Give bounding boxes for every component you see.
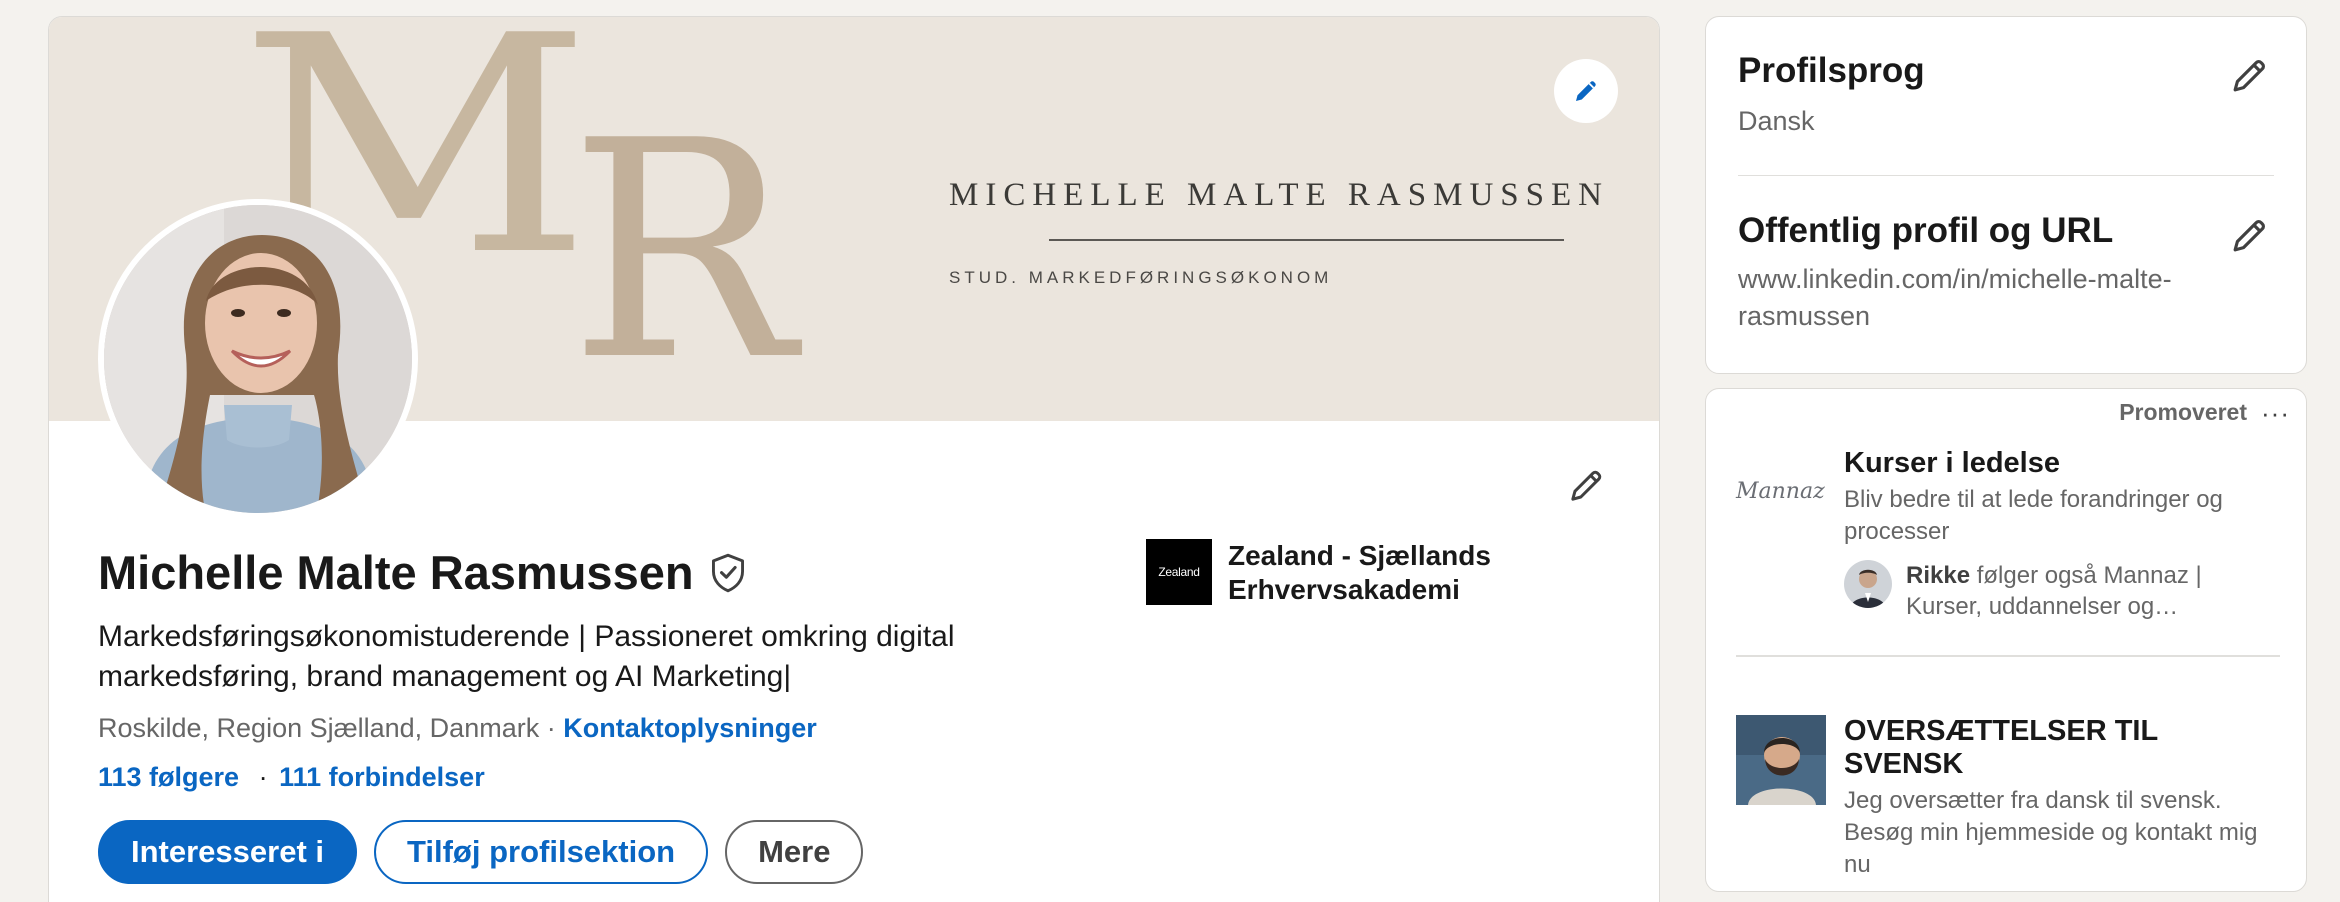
profile-settings-card: Profilsprog Dansk Offentlig profil og UR… <box>1705 16 2307 374</box>
profile-language-section: Profilsprog Dansk <box>1738 51 2274 140</box>
banner-divider <box>1049 239 1564 241</box>
network-stats: 113 følgere · 111 forbindelser <box>98 762 485 793</box>
promoted-header: Promoveret ··· <box>2119 399 2290 426</box>
ad-item[interactable]: OVERSÆTTELSER TIL SVENSK Jeg oversætter … <box>1736 715 2276 881</box>
ad-description: Bliv bedre til at lede forandringer og p… <box>1844 486 2223 545</box>
location-row: Roskilde, Region Sjælland, Danmark · Kon… <box>98 713 817 744</box>
followers-link[interactable]: 113 følgere <box>98 762 239 792</box>
location-separator: · <box>546 713 556 743</box>
connections-link[interactable]: 111 forbindelser <box>279 762 485 792</box>
ad-body: Kurser i ledelse Bliv bedre til at lede … <box>1844 447 2276 622</box>
name-row: Michelle Malte Rasmussen <box>98 545 752 600</box>
public-profile-url[interactable]: www.linkedin.com/in/michelle-malte-rasmu… <box>1738 261 2238 335</box>
divider <box>1738 175 2274 176</box>
stats-separator: · <box>258 762 268 792</box>
public-profile-title: Offentlig profil og URL <box>1738 211 2114 250</box>
profile-photo[interactable] <box>98 199 418 519</box>
contact-info-link[interactable]: Kontaktoplysninger <box>563 713 817 743</box>
divider <box>1736 655 2280 657</box>
ad-body: OVERSÆTTELSER TIL SVENSK Jeg oversætter … <box>1844 715 2276 881</box>
profile-language-value: Dansk <box>1738 106 1815 136</box>
school-logo: Zealand <box>1146 539 1212 605</box>
ad-description: Jeg oversætter fra dansk til svensk. Bes… <box>1844 787 2258 878</box>
pencil-icon <box>1571 470 1602 501</box>
ad-social-text: Rikke følger også Mannaz | Kurser, uddan… <box>1906 560 2276 622</box>
profile-name: Michelle Malte Rasmussen <box>98 546 694 599</box>
education-link[interactable]: Zealand Zealand - Sjællands Erhvervsakad… <box>1146 539 1528 607</box>
profile-card: M R MICHELLE MALTE RASMUSSEN STUD. MARKE… <box>48 16 1660 902</box>
ad-title[interactable]: Kurser i ledelse <box>1844 447 2276 480</box>
profile-headline: Markedsføringsøkonomistuderende | Passio… <box>98 620 955 693</box>
profile-location: Roskilde, Region Sjælland, Danmark <box>98 713 540 743</box>
public-profile-section: Offentlig profil og URL www.linkedin.com… <box>1738 211 2274 335</box>
profile-actions: Interesseret i Tilføj profilsektion Mere <box>98 820 864 884</box>
ad-title[interactable]: OVERSÆTTELSER TIL SVENSK <box>1844 715 2276 781</box>
edit-banner-button[interactable] <box>1554 59 1618 123</box>
pencil-icon <box>2233 220 2265 252</box>
profile-photo-image <box>104 205 412 513</box>
profile-language-title: Profilsprog <box>1738 51 1925 90</box>
promoted-card: Promoveret ··· Mannaz Kurser i ledelse B… <box>1705 388 2307 892</box>
ad-social-proof: Rikke følger også Mannaz | Kurser, uddan… <box>1844 560 2276 622</box>
more-actions-button[interactable]: Mere <box>725 820 864 884</box>
pencil-icon <box>1576 81 1596 101</box>
social-proof-name: Rikke <box>1906 562 1971 589</box>
advertiser-photo <box>1736 715 1826 805</box>
open-to-button[interactable]: Interesseret i <box>98 820 357 884</box>
more-options-icon[interactable]: ··· <box>2261 400 2290 426</box>
promoted-label[interactable]: Promoveret <box>2119 399 2247 426</box>
pencil-icon <box>2233 60 2265 92</box>
avatar <box>1844 560 1892 608</box>
add-profile-section-button[interactable]: Tilføj profilsektion <box>374 820 709 884</box>
edit-public-profile-button[interactable] <box>2226 211 2274 259</box>
advertiser-logo: Mannaz <box>1736 479 1825 504</box>
banner-monogram-r: R <box>569 77 795 426</box>
edit-profile-language-button[interactable] <box>2226 51 2274 99</box>
banner-name: MICHELLE MALTE RASMUSSEN <box>949 177 1609 213</box>
edit-intro-button[interactable] <box>1559 457 1615 513</box>
banner-subtitle: STUD. MARKEDFØRINGSØKONOM <box>949 268 1333 287</box>
ad-item[interactable]: Mannaz Kurser i ledelse Bliv bedre til a… <box>1736 447 2276 622</box>
school-name: Zealand - Sjællands Erhvervsakademi <box>1228 540 1491 605</box>
shield-check-icon[interactable] <box>708 551 752 595</box>
